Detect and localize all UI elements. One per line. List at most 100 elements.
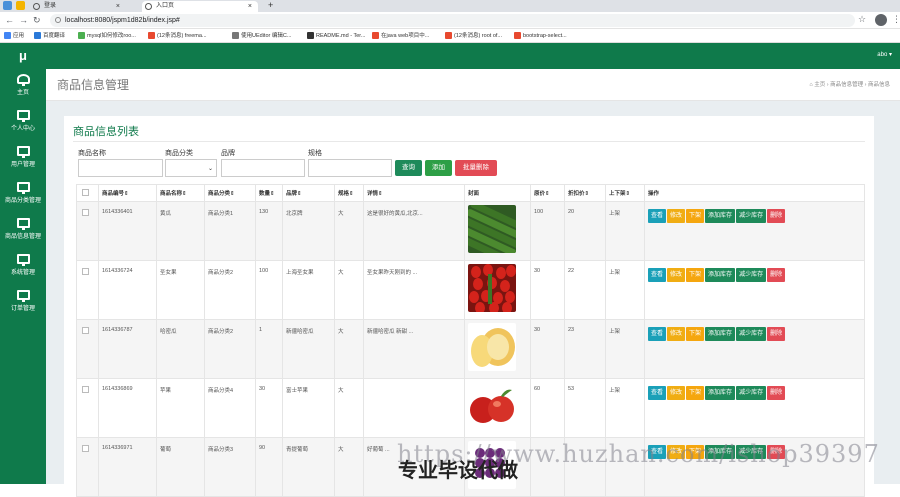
view-button[interactable]: 查看 [648,268,667,282]
reduce-stock-button[interactable]: 减少库存 [736,386,767,400]
close-icon[interactable]: × [116,1,120,12]
bookmark-item[interactable]: bootstrap-select... [514,29,567,42]
sidebar: μ 主页 个人中心 用户管理 商品分类管理 商品信息管理 系统管理 订单管理 [0,43,46,484]
column-header[interactable]: 折扣价⇕ [564,184,606,202]
delete-button[interactable]: 删除 [767,327,786,341]
off-shelf-button[interactable]: 下架 [686,209,705,223]
table-row: 1614336869 苹果 商品分类4 30 富士苹果大 60 53 上架 查看 修改 下架 添加库存… [76,378,865,438]
select-all-checkbox[interactable] [82,188,89,196]
bookmark-item[interactable]: README.md - Ter... [307,29,365,42]
new-tab-icon[interactable]: + [268,0,273,11]
bookmark-item[interactable]: 在java web项目中... [372,29,429,42]
column-header[interactable]: 原价⇕ [530,184,565,202]
sidebar-item[interactable]: 主页 [0,69,46,105]
logo[interactable]: μ [0,43,46,69]
tab-login[interactable]: 登录 × [30,1,126,12]
spec-filter-input[interactable] [308,159,392,177]
off-shelf-button[interactable]: 下架 [686,386,705,400]
column-header[interactable]: 商品编号⇕ [98,184,157,202]
add-stock-button[interactable]: 添加库存 [705,268,736,282]
reduce-stock-button[interactable]: 减少库存 [736,268,767,282]
tab-entry[interactable]: 入口页 × [142,1,258,12]
bookmark-item[interactable]: 应用 [4,29,24,42]
filter-label-category: 商品分类 [165,150,193,157]
sidebar-item[interactable]: 用户管理 [0,141,46,177]
panel-title: 商品信息列表 [73,126,139,138]
search-button[interactable]: 查询 [395,160,422,176]
edit-button[interactable]: 修改 [667,327,686,341]
view-button[interactable]: 查看 [648,209,667,223]
bookmarks-bar: 应用 百度翻译 mysql如何修改roo... (12条消息) freema... 使用… [0,29,900,43]
category-select[interactable]: ⌄ [165,159,217,177]
add-stock-button[interactable]: 添加库存 [705,386,736,400]
off-shelf-button[interactable]: 下架 [686,327,705,341]
profile-icon[interactable] [875,14,887,26]
monitor-icon [16,182,30,194]
delete-button[interactable]: 删除 [767,209,786,223]
bookmark-item[interactable]: 百度翻译 [34,29,65,42]
sidebar-item[interactable]: 订单管理 [0,285,46,321]
row-checkbox[interactable] [82,268,89,275]
row-checkbox[interactable] [82,386,89,393]
column-header[interactable]: 数量⇕ [255,184,283,202]
brand-filter-input[interactable] [221,159,305,177]
reduce-stock-button[interactable]: 减少库存 [736,209,767,223]
bookmark-item[interactable]: 使用UEditor 编辑C... [232,29,291,42]
cell-discount: 20 [564,201,606,261]
view-button[interactable]: 查看 [648,386,667,400]
back-icon[interactable]: ← [5,14,14,27]
off-shelf-button[interactable]: 下架 [686,268,705,282]
column-header[interactable]: 商品分类⇕ [204,184,256,202]
bookmark-item[interactable]: mysql如何修改roo... [78,29,136,42]
monitor-icon [16,254,30,266]
forward-icon[interactable]: → [19,14,28,27]
edit-button[interactable]: 修改 [667,209,686,223]
star-icon[interactable]: ☆ [858,14,866,25]
bookmark-icon [514,32,521,39]
cell-name: 葡萄 [156,437,205,497]
add-stock-button[interactable]: 添加库存 [705,327,736,341]
cell-category: 商品分类2 [204,260,256,320]
cell-price: 100 [530,201,565,261]
reduce-stock-button[interactable]: 减少库存 [736,327,767,341]
cell-actions: 查看 修改 下架 添加库存 减少库存 删除 [644,201,865,261]
bookmark-item[interactable]: (12条消息) freema... [148,29,207,42]
column-header[interactable]: 封面 [464,184,531,202]
info-icon [55,17,61,23]
add-stock-button[interactable]: 添加库存 [705,209,736,223]
close-icon[interactable]: × [248,1,252,12]
cell-price: 30 [530,260,565,320]
bookmark-item[interactable]: (12条消息) root of... [445,29,502,42]
bookmark-icon [307,32,314,39]
column-header[interactable]: 规格⇕ [334,184,364,202]
column-header[interactable]: 详情⇕ [363,184,465,202]
delete-button[interactable]: 删除 [767,268,786,282]
delete-button[interactable]: 删除 [767,386,786,400]
add-button[interactable]: 添加 [425,160,452,176]
row-checkbox[interactable] [82,327,89,334]
menu-icon[interactable]: ⋮ [892,14,900,25]
cover-thumbnail [468,205,516,253]
address-bar: ← → ↻ localhost:8080/jspm1d82b/index.jsp… [0,12,900,29]
row-checkbox[interactable] [82,209,89,216]
column-header[interactable]: 操作 [644,184,865,202]
edit-button[interactable]: 修改 [667,268,686,282]
view-button[interactable]: 查看 [648,327,667,341]
filter-label-brand: 品牌 [221,150,235,157]
cell-cover [464,319,531,379]
column-header[interactable]: 品牌⇕ [282,184,335,202]
batch-delete-button[interactable]: 批量删除 [455,160,497,176]
breadcrumb: ⌂ 主页 › 商品信息管理 › 商品信息 [809,82,890,88]
user-menu[interactable]: abo ▾ [877,51,892,58]
name-filter-input[interactable] [78,159,163,177]
sidebar-item[interactable]: 商品分类管理 [0,177,46,213]
url-input[interactable]: localhost:8080/jspm1d82b/index.jsp# [50,14,855,27]
sidebar-item[interactable]: 个人中心 [0,105,46,141]
sidebar-item[interactable]: 商品信息管理 [0,213,46,249]
sidebar-item[interactable]: 系统管理 [0,249,46,285]
row-checkbox[interactable] [82,445,89,452]
column-header[interactable]: 上下架⇕ [605,184,645,202]
edit-button[interactable]: 修改 [667,386,686,400]
reload-icon[interactable]: ↻ [33,14,41,27]
column-header[interactable]: 商品名称⇕ [156,184,205,202]
